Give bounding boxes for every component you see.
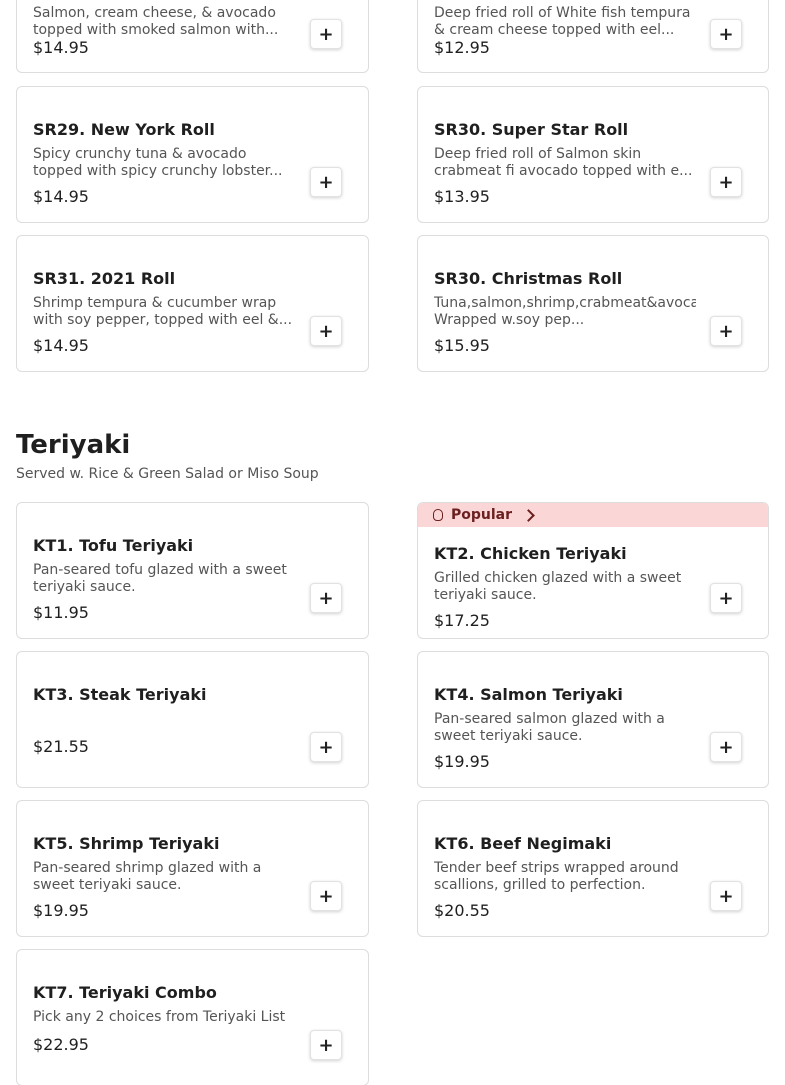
menu-item-card[interactable]: SR31. 2021 Roll Shrimp tempura & cucumbe… (16, 235, 369, 372)
item-title: SR30. Super Star Roll (434, 120, 629, 139)
popular-label: Popular (451, 507, 513, 523)
plus-icon: + (718, 171, 734, 193)
section-title: Teriyaki (16, 430, 131, 460)
item-title: KT7. Teriyaki Combo (33, 983, 217, 1002)
item-description: Pan-seared salmon glazed with a sweet te… (434, 711, 665, 744)
add-to-cart-button[interactable]: + (710, 732, 742, 762)
plus-icon: + (318, 1034, 334, 1056)
item-description: Pan-seared tofu glazed with a sweet teri… (33, 562, 287, 595)
item-price: $20.55 (434, 901, 490, 920)
plus-icon: + (718, 736, 734, 758)
item-description: Shrimp tempura & cucumber wrap with soy … (33, 295, 293, 328)
item-title: SR29. New York Roll (33, 120, 215, 139)
item-price: $13.95 (434, 187, 490, 206)
add-to-cart-button[interactable]: + (310, 19, 342, 49)
item-price: $19.95 (33, 901, 89, 920)
menu-item-card[interactable]: KT6. Beef Negimaki Tender beef strips wr… (417, 800, 769, 937)
menu-item-card[interactable]: Salmon, cream cheese, & avocado topped w… (16, 0, 369, 73)
item-description: Tender beef strips wrapped around scalli… (434, 860, 679, 893)
add-to-cart-button[interactable]: + (710, 881, 742, 911)
menu-item-card[interactable]: SR30. Super Star Roll Deep fried roll of… (417, 86, 769, 223)
item-title: KT2. Chicken Teriyaki (434, 544, 627, 563)
item-description: Deep fried roll of White fish tempura & … (434, 5, 691, 38)
item-title: KT3. Steak Teriyaki (33, 685, 207, 704)
item-price: $21.55 (33, 737, 89, 756)
flame-icon (433, 509, 443, 521)
add-to-cart-button[interactable]: + (710, 316, 742, 346)
item-price: $14.95 (33, 38, 89, 57)
menu-item-card[interactable]: Popular KT2. Chicken Teriyaki Grilled ch… (417, 502, 769, 639)
menu-item-card[interactable]: KT5. Shrimp Teriyaki Pan-seared shrimp g… (16, 800, 369, 937)
plus-icon: + (718, 23, 734, 45)
menu-item-card[interactable]: KT1. Tofu Teriyaki Pan-seared tofu glaze… (16, 502, 369, 639)
plus-icon: + (718, 587, 734, 609)
item-price: $15.95 (434, 336, 490, 355)
item-title: SR31. 2021 Roll (33, 269, 176, 288)
add-to-cart-button[interactable]: + (310, 1030, 342, 1060)
add-to-cart-button[interactable]: + (310, 881, 342, 911)
menu-page: Salmon, cream cheese, & avocado topped w… (0, 0, 785, 1085)
item-price: $19.95 (434, 752, 490, 771)
plus-icon: + (318, 885, 334, 907)
item-title: KT1. Tofu Teriyaki (33, 536, 194, 555)
item-description: Grilled chicken glazed with a sweet teri… (434, 570, 682, 603)
add-to-cart-button[interactable]: + (310, 316, 342, 346)
plus-icon: + (318, 736, 334, 758)
add-to-cart-button[interactable]: + (710, 19, 742, 49)
add-to-cart-button[interactable]: + (310, 167, 342, 197)
item-title: KT4. Salmon Teriyaki (434, 685, 623, 704)
item-title: KT5. Shrimp Teriyaki (33, 834, 220, 853)
add-to-cart-button[interactable]: + (310, 732, 342, 762)
item-price: $12.95 (434, 38, 490, 57)
menu-item-card[interactable]: KT3. Steak Teriyaki $21.55 + (16, 651, 369, 788)
item-price: $11.95 (33, 603, 89, 622)
menu-item-card[interactable]: KT7. Teriyaki Combo Pick any 2 choices f… (16, 949, 369, 1085)
item-description: Pan-seared shrimp glazed with a sweet te… (33, 860, 262, 893)
item-title: KT6. Beef Negimaki (434, 834, 612, 853)
menu-item-card[interactable]: KT4. Salmon Teriyaki Pan-seared salmon g… (417, 651, 769, 788)
section-subtitle: Served w. Rice & Green Salad or Miso Sou… (16, 466, 319, 482)
add-to-cart-button[interactable]: + (710, 583, 742, 613)
plus-icon: + (718, 885, 734, 907)
menu-item-card[interactable]: SR29. New York Roll Spicy crunchy tuna &… (16, 86, 369, 223)
item-price: $17.25 (434, 611, 490, 630)
plus-icon: + (318, 171, 334, 193)
plus-icon: + (318, 320, 334, 342)
menu-item-card[interactable]: SR30. Christmas Roll Tuna,salmon,shrimp,… (417, 235, 769, 372)
item-price: $14.95 (33, 187, 89, 206)
menu-item-card[interactable]: Deep fried roll of White fish tempura & … (417, 0, 769, 73)
item-description: Tuna,salmon,shrimp,crabmeat&avocado,cucu… (434, 295, 696, 328)
item-description: Salmon, cream cheese, & avocado topped w… (33, 5, 279, 38)
add-to-cart-button[interactable]: + (310, 583, 342, 613)
popular-banner[interactable]: Popular (418, 503, 768, 527)
add-to-cart-button[interactable]: + (710, 167, 742, 197)
chevron-right-icon (522, 508, 535, 522)
item-title: SR30. Christmas Roll (434, 269, 623, 288)
plus-icon: + (718, 320, 734, 342)
item-description: Pick any 2 choices from Teriyaki List (33, 1009, 286, 1025)
plus-icon: + (318, 23, 334, 45)
item-description: Spicy crunchy tuna & avocado topped with… (33, 146, 283, 179)
plus-icon: + (318, 587, 334, 609)
item-price: $14.95 (33, 336, 89, 355)
item-price: $22.95 (33, 1035, 89, 1054)
item-description: Deep fried roll of Salmon skin crabmeat … (434, 146, 693, 179)
